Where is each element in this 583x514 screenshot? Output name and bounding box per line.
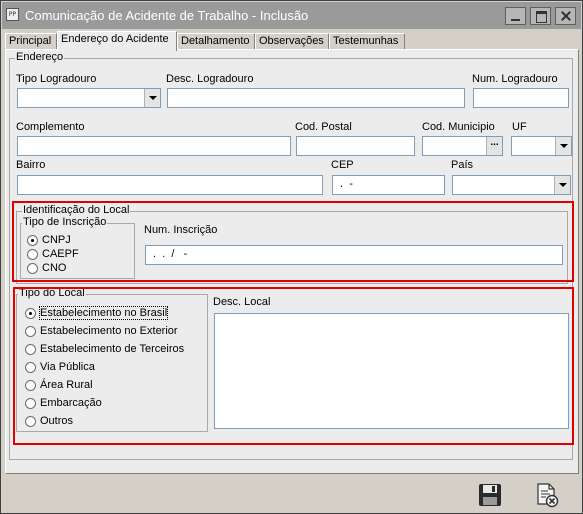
num-logradouro-input[interactable] xyxy=(473,88,569,108)
tab-endereco-acidente[interactable]: Endereço do Acidente xyxy=(57,31,177,51)
cancel-document-icon[interactable] xyxy=(534,482,560,508)
app-icon: PP xyxy=(6,8,19,21)
cod-municipio-label: Cod. Municipio xyxy=(422,121,495,133)
title-bar[interactable]: PP Comunicação de Acidente de Trabalho -… xyxy=(2,2,581,29)
tipo-logradouro-select[interactable] xyxy=(17,88,161,108)
save-icon[interactable] xyxy=(477,482,503,508)
cod-municipio-input[interactable]: ... xyxy=(422,136,503,156)
tab-panel: Endereço Tipo Logradouro Desc. Logradour… xyxy=(5,49,579,474)
identificacao-highlight xyxy=(12,201,574,282)
pais-select[interactable] xyxy=(452,175,571,195)
uf-label: UF xyxy=(512,121,527,133)
tab-observacoes[interactable]: Observações xyxy=(255,33,329,50)
pais-label: País xyxy=(451,159,474,171)
cep-input[interactable]: . - xyxy=(332,175,445,195)
dialog-window: PP Comunicação de Acidente de Trabalho -… xyxy=(0,0,583,514)
chevron-down-icon[interactable] xyxy=(144,89,160,107)
maximize-icon[interactable] xyxy=(530,7,551,25)
tab-detalhamento[interactable]: Detalhamento xyxy=(177,33,255,50)
window-title: Comunicação de Acidente de Trabalho - In… xyxy=(25,8,309,23)
tab-testemunhas[interactable]: Testemunhas xyxy=(329,33,405,50)
bairro-label: Bairro xyxy=(16,159,46,171)
complemento-input[interactable] xyxy=(17,136,291,156)
tipo-logradouro-label: Tipo Logradouro xyxy=(16,73,97,85)
endereco-legend: Endereço xyxy=(15,51,65,63)
cep-label: CEP xyxy=(331,159,354,171)
uf-select[interactable] xyxy=(511,136,572,156)
cod-municipio-lookup-button[interactable]: ... xyxy=(486,137,502,155)
complemento-label: Complemento xyxy=(16,121,85,133)
tipo-local-highlight xyxy=(13,287,574,445)
desc-logradouro-input[interactable] xyxy=(167,88,465,108)
cod-postal-input[interactable] xyxy=(296,136,415,156)
cod-postal-label: Cod. Postal xyxy=(295,121,352,133)
chevron-down-icon[interactable] xyxy=(555,137,571,155)
tab-principal[interactable]: Principal xyxy=(5,33,57,50)
minimize-icon[interactable] xyxy=(505,7,526,25)
close-icon[interactable] xyxy=(555,7,576,25)
chevron-down-icon[interactable] xyxy=(554,176,570,194)
num-logradouro-label: Num. Logradouro xyxy=(472,73,558,85)
desc-logradouro-label: Desc. Logradouro xyxy=(166,73,254,85)
bairro-input[interactable] xyxy=(17,175,323,195)
bottom-toolbar xyxy=(5,475,579,511)
